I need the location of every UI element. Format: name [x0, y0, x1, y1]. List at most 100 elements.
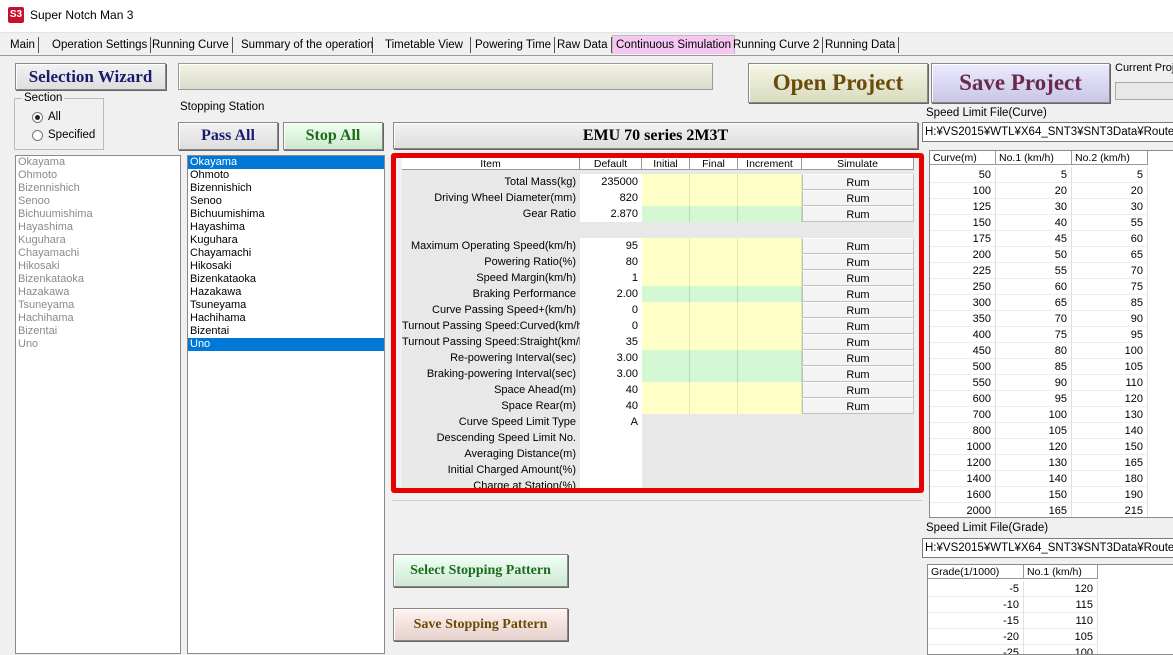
curve-cell[interactable]: 30	[1072, 199, 1148, 215]
stop-all-button[interactable]: Stop All	[283, 122, 383, 150]
curve-cell[interactable]: 40	[996, 215, 1072, 231]
station-list-item[interactable]: Bichuumishima	[16, 208, 180, 221]
curve-cell[interactable]: 500	[930, 359, 996, 375]
selection-wizard-button[interactable]: Selection Wizard	[15, 63, 166, 90]
grade-cell[interactable]: 110	[1024, 613, 1098, 629]
curve-cell[interactable]: 225	[930, 263, 996, 279]
curve-cell[interactable]: 95	[1072, 327, 1148, 343]
curve-cell[interactable]: 165	[1072, 455, 1148, 471]
grade-cell[interactable]: 100	[1024, 645, 1098, 654]
curve-cell[interactable]: 400	[930, 327, 996, 343]
station-list-item[interactable]: Hayashima	[16, 221, 180, 234]
curve-cell[interactable]: 65	[1072, 247, 1148, 263]
curve-cell[interactable]: 105	[1072, 359, 1148, 375]
stopping-station-item[interactable]: Kuguhara	[188, 234, 384, 247]
tab-powering-time[interactable]: Powering Time	[472, 37, 556, 53]
curve-cell[interactable]: 20	[1072, 183, 1148, 199]
curve-cell[interactable]: 450	[930, 343, 996, 359]
curve-cell[interactable]: 125	[930, 199, 996, 215]
curve-cell[interactable]: 85	[1072, 295, 1148, 311]
curve-cell[interactable]: 600	[930, 391, 996, 407]
curve-cell[interactable]: 65	[996, 295, 1072, 311]
grade-limit-path-field[interactable]: H:¥VS2015¥WTL¥X64_SNT3¥SNT3Data¥Route¥de	[922, 538, 1173, 558]
tab-operation-settings[interactable]: Operation Settings	[49, 37, 152, 53]
curve-cell[interactable]: 100	[996, 407, 1072, 423]
stopping-station-item[interactable]: Chayamachi	[188, 247, 384, 260]
tab-running-curve[interactable]: Running Curve	[149, 37, 233, 53]
curve-cell[interactable]: 1200	[930, 455, 996, 471]
curve-cell[interactable]: 5	[1072, 167, 1148, 183]
station-list-item[interactable]: Bizenkataoka	[16, 273, 180, 286]
curve-cell[interactable]: 550	[930, 375, 996, 391]
curve-cell[interactable]: 105	[996, 423, 1072, 439]
curve-cell[interactable]: 800	[930, 423, 996, 439]
tab-running-curve-2[interactable]: Running Curve 2	[730, 37, 824, 53]
stopping-station-item[interactable]: Hazakawa	[188, 286, 384, 299]
curve-cell[interactable]: 90	[996, 375, 1072, 391]
curve-cell[interactable]: 20	[996, 183, 1072, 199]
section-specified-radio[interactable]	[32, 130, 43, 141]
grade-cell[interactable]: -20	[928, 629, 1024, 645]
curve-cell[interactable]: 75	[996, 327, 1072, 343]
curve-cell[interactable]: 60	[1072, 231, 1148, 247]
station-list-item[interactable]: Uno	[16, 338, 180, 351]
curve-cell[interactable]: 55	[996, 263, 1072, 279]
curve-cell[interactable]: 150	[930, 215, 996, 231]
station-list-item[interactable]: Hikosaki	[16, 260, 180, 273]
curve-cell[interactable]: 60	[996, 279, 1072, 295]
curve-cell[interactable]: 55	[1072, 215, 1148, 231]
section-all-radio[interactable]	[32, 112, 43, 123]
curve-limit-table[interactable]: Curve(m) No.1 (km/h) No.2 (km/h) 50 5 5 100 20 2…	[929, 150, 1173, 518]
curve-cell[interactable]: 30	[996, 199, 1072, 215]
station-list-item[interactable]: Ohmoto	[16, 169, 180, 182]
curve-cell[interactable]: 350	[930, 311, 996, 327]
curve-cell[interactable]: 75	[1072, 279, 1148, 295]
tab-raw-data[interactable]: Raw Data	[554, 37, 612, 53]
station-list-item[interactable]: Tsuneyama	[16, 299, 180, 312]
curve-cell[interactable]: 80	[996, 343, 1072, 359]
grade-cell[interactable]: -15	[928, 613, 1024, 629]
station-list-item[interactable]: Bizentai	[16, 325, 180, 338]
curve-cell[interactable]: 700	[930, 407, 996, 423]
stopping-station-item[interactable]: Tsuneyama	[188, 299, 384, 312]
curve-cell[interactable]: 2000	[930, 503, 996, 517]
grade-cell[interactable]: -5	[928, 581, 1024, 597]
stopping-station-item[interactable]: Uno	[188, 338, 384, 351]
curve-cell[interactable]: 90	[1072, 311, 1148, 327]
tab-timetable-view[interactable]: Timetable View	[382, 37, 471, 53]
stopping-stations-list[interactable]: Okayama Ohmoto Bizennishich Senoo Bichuumish…	[187, 155, 385, 654]
grade-cell[interactable]: 105	[1024, 629, 1098, 645]
curve-cell[interactable]: 130	[996, 455, 1072, 471]
curve-cell[interactable]: 100	[930, 183, 996, 199]
tab-summary[interactable]: Summary of the operation	[238, 37, 373, 53]
curve-cell[interactable]: 250	[930, 279, 996, 295]
grade-cell[interactable]: -10	[928, 597, 1024, 613]
curve-cell[interactable]: 165	[996, 503, 1072, 517]
select-stopping-pattern-button[interactable]: Select Stopping Pattern	[393, 554, 568, 587]
station-list-item[interactable]: Senoo	[16, 195, 180, 208]
curve-cell[interactable]: 100	[1072, 343, 1148, 359]
stopping-station-item[interactable]: Okayama	[188, 156, 384, 169]
stopping-station-item[interactable]: Bizenkataoka	[188, 273, 384, 286]
stopping-station-item[interactable]: Bichuumishima	[188, 208, 384, 221]
curve-cell[interactable]: 175	[930, 231, 996, 247]
curve-cell[interactable]: 120	[996, 439, 1072, 455]
station-list-item[interactable]: Hachihama	[16, 312, 180, 325]
curve-cell[interactable]: 140	[1072, 423, 1148, 439]
curve-cell[interactable]: 110	[1072, 375, 1148, 391]
curve-cell[interactable]: 5	[996, 167, 1072, 183]
stopping-station-item[interactable]: Hachihama	[188, 312, 384, 325]
curve-cell[interactable]: 45	[996, 231, 1072, 247]
curve-cell[interactable]: 50	[930, 167, 996, 183]
tab-main[interactable]: Main	[7, 37, 39, 53]
tab-running-data[interactable]: Running Data	[822, 37, 900, 53]
curve-cell[interactable]: 85	[996, 359, 1072, 375]
station-list-item[interactable]: Bizennishich	[16, 182, 180, 195]
curve-cell[interactable]: 1000	[930, 439, 996, 455]
curve-cell[interactable]: 180	[1072, 471, 1148, 487]
grade-cell[interactable]: 120	[1024, 581, 1098, 597]
stopping-station-item[interactable]: Ohmoto	[188, 169, 384, 182]
grade-cell[interactable]: -25	[928, 645, 1024, 654]
curve-cell[interactable]: 50	[996, 247, 1072, 263]
station-list-item[interactable]: Chayamachi	[16, 247, 180, 260]
